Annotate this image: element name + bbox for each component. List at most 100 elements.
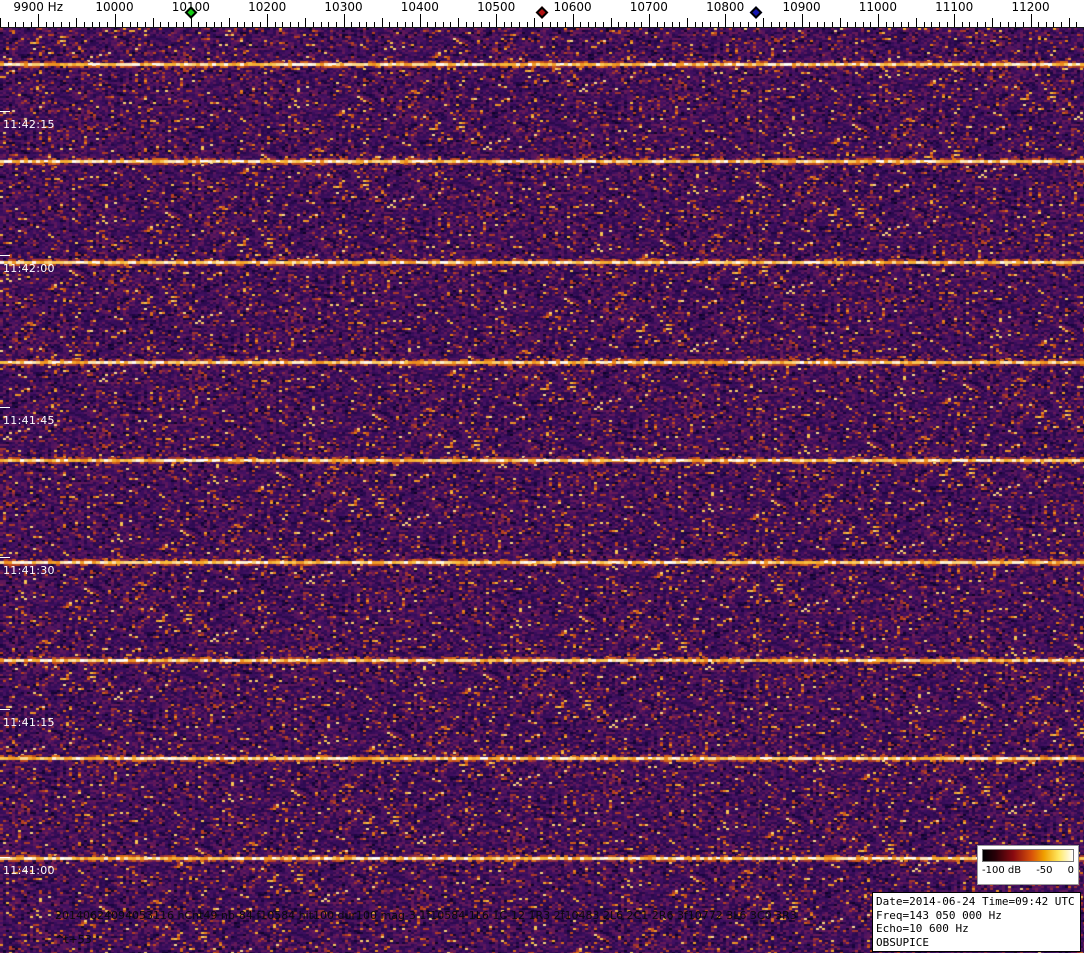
freq-tick bbox=[183, 22, 185, 27]
frequency-ruler[interactable]: 9900 Hz100001010010200103001040010500106… bbox=[0, 0, 1084, 28]
color-scale: -100 dB -50 0 bbox=[977, 845, 1079, 885]
freq-tick bbox=[648, 14, 650, 27]
freq-tick bbox=[366, 22, 368, 27]
freq-tick bbox=[908, 22, 910, 27]
freq-tick bbox=[679, 22, 681, 27]
info-freq-line: Freq=143 050 000 Hz bbox=[876, 908, 1002, 922]
freq-tick bbox=[91, 22, 93, 27]
freq-tick bbox=[763, 18, 765, 27]
freq-tick-label: 10400 bbox=[400, 0, 439, 14]
freq-tick-label: 10800 bbox=[706, 0, 745, 14]
freq-tick bbox=[297, 22, 299, 27]
freq-tick bbox=[198, 22, 200, 27]
time-label: 11:42:00 bbox=[3, 262, 55, 275]
freq-tick bbox=[511, 22, 513, 27]
freq-tick bbox=[725, 14, 727, 27]
color-gradient-bar bbox=[982, 849, 1074, 862]
freq-tick bbox=[954, 14, 956, 27]
time-label: 11:41:00 bbox=[3, 864, 55, 877]
info-station-line: OBSUPICE bbox=[876, 935, 929, 949]
freq-tick bbox=[938, 22, 940, 27]
freq-tick bbox=[603, 22, 605, 27]
freq-tick bbox=[1076, 22, 1078, 27]
cursor-annotation: ^t+53 bbox=[55, 933, 92, 946]
time-label: 11:41:15 bbox=[3, 716, 55, 729]
freq-tick bbox=[519, 22, 521, 27]
red-marker[interactable] bbox=[535, 6, 549, 19]
freq-tick bbox=[1045, 22, 1047, 27]
freq-tick bbox=[618, 22, 620, 27]
freq-tick-label: 10600 bbox=[553, 0, 592, 14]
freq-tick bbox=[572, 14, 574, 27]
freq-tick bbox=[893, 22, 895, 27]
freq-tick bbox=[251, 22, 253, 27]
waterfall-canvas[interactable] bbox=[0, 28, 1084, 953]
freq-tick bbox=[122, 22, 124, 27]
freq-tick bbox=[664, 22, 666, 27]
freq-tick bbox=[870, 22, 872, 27]
freq-tick bbox=[732, 22, 734, 27]
freq-tick bbox=[412, 22, 414, 27]
freq-tick bbox=[83, 22, 85, 27]
freq-tick bbox=[526, 22, 528, 27]
freq-tick bbox=[129, 22, 131, 27]
freq-tick bbox=[778, 22, 780, 27]
freq-tick bbox=[381, 18, 383, 27]
freq-tick bbox=[1022, 22, 1024, 27]
freq-tick bbox=[748, 22, 750, 27]
freq-tick bbox=[328, 22, 330, 27]
time-tick bbox=[0, 111, 10, 112]
freq-tick bbox=[175, 22, 177, 27]
freq-tick bbox=[809, 22, 811, 27]
freq-tick bbox=[1000, 22, 1002, 27]
freq-tick bbox=[786, 22, 788, 27]
info-box: Date=2014-06-24 Time=09:42 UTC Freq=143 … bbox=[872, 892, 1081, 952]
freq-tick bbox=[1038, 22, 1040, 27]
freq-tick bbox=[389, 22, 391, 27]
freq-tick bbox=[0, 18, 1, 27]
freq-tick bbox=[595, 22, 597, 27]
freq-tick bbox=[702, 22, 704, 27]
freq-tick bbox=[419, 14, 421, 27]
freq-tick bbox=[656, 22, 658, 27]
freq-tick bbox=[351, 22, 353, 27]
freq-tick bbox=[755, 22, 757, 27]
freq-tick bbox=[977, 22, 979, 27]
freq-tick bbox=[259, 22, 261, 27]
time-tick bbox=[0, 255, 10, 256]
freq-tick bbox=[488, 22, 490, 27]
freq-tick bbox=[404, 22, 406, 27]
freq-tick bbox=[625, 22, 627, 27]
freq-tick bbox=[267, 14, 269, 27]
freq-tick bbox=[969, 22, 971, 27]
freq-tick bbox=[587, 22, 589, 27]
freq-tick bbox=[282, 22, 284, 27]
freq-tick bbox=[167, 22, 169, 27]
freq-tick bbox=[206, 22, 208, 27]
freq-tick bbox=[160, 22, 162, 27]
freq-tick bbox=[480, 22, 482, 27]
freq-tick bbox=[793, 22, 795, 27]
info-date-line: Date=2014-06-24 Time=09:42 UTC bbox=[876, 895, 1075, 908]
freq-tick bbox=[885, 22, 887, 27]
spectrogram-app: 9900 Hz100001010010200103001040010500106… bbox=[0, 0, 1084, 953]
freq-tick bbox=[1015, 22, 1017, 27]
freq-tick bbox=[458, 18, 460, 27]
freq-tick bbox=[1030, 14, 1032, 27]
freq-tick bbox=[916, 18, 918, 27]
freq-tick bbox=[931, 22, 933, 27]
time-tick bbox=[0, 857, 10, 858]
freq-tick bbox=[396, 22, 398, 27]
blue-marker[interactable] bbox=[749, 6, 763, 19]
freq-tick bbox=[114, 14, 116, 27]
time-label: 11:41:45 bbox=[3, 414, 55, 427]
time-label: 11:42:15 bbox=[3, 118, 55, 131]
freq-tick bbox=[542, 22, 543, 27]
freq-tick bbox=[862, 22, 864, 27]
freq-tick bbox=[68, 22, 70, 27]
freq-tick bbox=[877, 14, 879, 27]
freq-tick bbox=[15, 22, 17, 27]
freq-tick bbox=[557, 22, 559, 27]
time-tick bbox=[0, 407, 10, 408]
freq-tick bbox=[274, 22, 276, 27]
